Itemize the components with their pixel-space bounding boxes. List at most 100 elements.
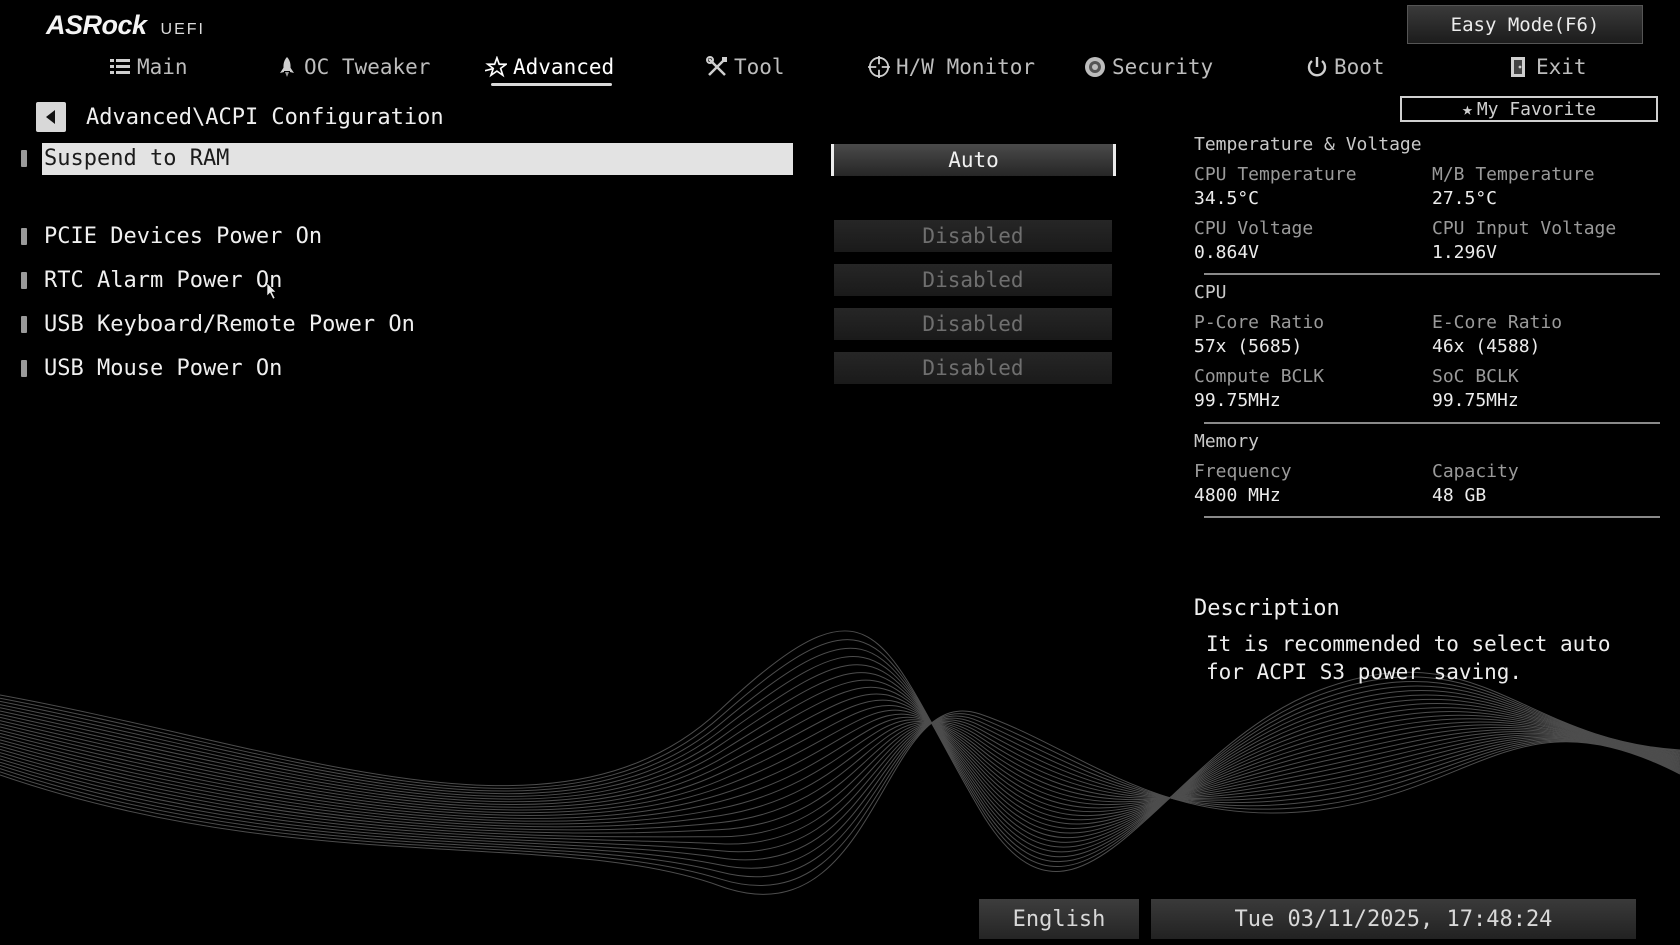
wave-line [0, 722, 1680, 834]
easy-mode-button[interactable]: Easy Mode(F6) [1407, 5, 1643, 44]
setting-value-dropdown[interactable]: Disabled [834, 220, 1112, 252]
setting-label: USB Mouse Power On [44, 356, 283, 381]
back-button[interactable] [36, 102, 66, 132]
cpu-voltage-label: CPU Voltage [1194, 218, 1314, 239]
temp-voltage-title: Temperature & Voltage [1194, 134, 1422, 155]
pcore-ratio-value: 57x (5685) [1194, 336, 1303, 357]
setting-row-rtc-alarm-power-on[interactable]: RTC Alarm Power On Disabled [18, 264, 1118, 298]
power-icon [1306, 56, 1328, 78]
wave-line [0, 693, 1680, 834]
divider [1204, 422, 1660, 424]
tools-icon [706, 56, 728, 78]
tab-hw-monitor[interactable]: H/W Monitor [868, 50, 1035, 84]
uefi-label: UEFI [160, 21, 205, 38]
setting-row-usb-mouse-power-on[interactable]: USB Mouse Power On Disabled [18, 352, 1118, 386]
setting-row-usb-keyboard-remote-power-on[interactable]: USB Keyboard/Remote Power On Disabled [18, 308, 1118, 342]
memory-frequency-label: Frequency [1194, 461, 1292, 482]
setting-row-suspend-to-ram[interactable]: Suspend to RAM Auto [18, 142, 1118, 176]
memory-frequency-value: 4800 MHz [1194, 485, 1281, 506]
tab-security-label: Security [1112, 55, 1214, 79]
tab-tool-label: Tool [734, 55, 785, 79]
tab-exit[interactable]: Exit [1508, 50, 1587, 84]
compute-bclk-label: Compute BCLK [1194, 366, 1325, 387]
cpu-temperature-value: 34.5°C [1194, 188, 1260, 209]
wave-line [0, 722, 1680, 845]
wave-line [0, 664, 1680, 853]
my-favorite-button[interactable]: ★ My Favorite [1400, 96, 1658, 122]
row-marker [21, 316, 27, 333]
tab-advanced-label: Advanced [513, 55, 615, 79]
wave-line [0, 722, 1680, 838]
exit-door-icon [1508, 56, 1530, 78]
breadcrumb: Advanced\ACPI Configuration [36, 100, 444, 134]
divider [1204, 273, 1660, 275]
cpu-title: CPU [1194, 282, 1227, 303]
wave-line [0, 722, 1680, 831]
compute-bclk-value: 99.75MHz [1194, 390, 1281, 411]
chevron-left-icon [46, 110, 55, 124]
tab-boot-label: Boot [1334, 55, 1385, 79]
ecore-ratio-value: 46x (4588) [1432, 336, 1541, 357]
wave-line [0, 699, 1680, 829]
row-marker [21, 228, 27, 245]
description-title: Description [1194, 596, 1340, 621]
tab-oc-tweaker-label: OC Tweaker [304, 55, 431, 79]
wave-line [0, 686, 1680, 839]
soc-bclk-value: 99.75MHz [1432, 390, 1519, 411]
brand-name: ASRock [46, 10, 147, 40]
crosshair-icon [868, 56, 890, 78]
wave-line [0, 720, 1680, 853]
memory-capacity-label: Capacity [1432, 461, 1519, 482]
description-text: It is recommended to select auto for ACP… [1206, 632, 1611, 684]
setting-label: PCIE Devices Power On [44, 224, 323, 249]
cpu-input-voltage-value: 1.296V [1432, 242, 1498, 263]
my-favorite-label: My Favorite [1476, 98, 1597, 120]
wave-line [0, 719, 1680, 861]
cpu-voltage-value: 0.864V [1194, 242, 1260, 263]
memory-title: Memory [1194, 431, 1260, 452]
star-icon [485, 56, 507, 78]
row-marker [21, 272, 27, 289]
mb-temperature-label: M/B Temperature [1432, 164, 1595, 185]
tab-security[interactable]: Security [1084, 50, 1213, 84]
language-button[interactable]: English [979, 899, 1139, 939]
memory-capacity-value: 48 GB [1432, 485, 1487, 506]
wave-line [0, 721, 1680, 828]
setting-value-dropdown[interactable]: Auto [831, 144, 1116, 176]
asrock-logo: ASRock UEFI [46, 10, 205, 40]
setting-value-dropdown[interactable]: Disabled [834, 264, 1112, 296]
wave-line [0, 679, 1680, 843]
wave-line [0, 717, 1680, 869]
pcore-ratio-label: P-Core Ratio [1194, 312, 1325, 333]
setting-row-pcie-devices-power-on[interactable]: PCIE Devices Power On Disabled [18, 220, 1118, 254]
shield-icon [1084, 56, 1106, 78]
wave-line [0, 705, 1680, 825]
tab-tool[interactable]: Tool [706, 50, 785, 84]
tab-oc-tweaker[interactable]: OC Tweaker [276, 50, 430, 84]
wave-line [0, 709, 1680, 821]
wave-line [0, 713, 1680, 819]
ecore-ratio-label: E-Core Ratio [1432, 312, 1563, 333]
mouse-cursor-icon [267, 283, 277, 299]
tab-advanced[interactable]: Advanced [485, 50, 615, 86]
wave-line [0, 672, 1680, 848]
wave-line [0, 716, 1680, 822]
tab-exit-label: Exit [1536, 55, 1587, 79]
tab-main-label: Main [137, 55, 188, 79]
row-marker [21, 360, 27, 377]
tab-main[interactable]: Main [109, 50, 188, 84]
setting-label: Suspend to RAM [42, 143, 793, 175]
cpu-input-voltage-label: CPU Input Voltage [1432, 218, 1617, 239]
mb-temperature-value: 27.5°C [1432, 188, 1498, 209]
wave-line [0, 656, 1680, 858]
setting-value-dropdown[interactable]: Disabled [834, 308, 1112, 340]
tab-boot[interactable]: Boot [1306, 50, 1385, 84]
breadcrumb-path: Advanced\ACPI Configuration [86, 104, 444, 130]
wave-line [0, 715, 1680, 878]
setting-label: RTC Alarm Power On [44, 268, 283, 293]
wave-line [0, 713, 1680, 887]
favorite-star-icon: ★ [1461, 98, 1473, 120]
row-marker [21, 150, 27, 167]
setting-value-dropdown[interactable]: Disabled [834, 352, 1112, 384]
wave-line [0, 719, 1680, 825]
